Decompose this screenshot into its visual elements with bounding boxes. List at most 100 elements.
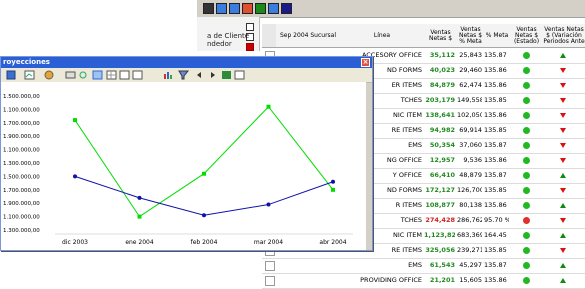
goal-pct-cell: 135.85 % xyxy=(484,246,509,254)
meta-cell: 683,369 xyxy=(457,231,482,239)
goal-pct-cell: 135.86 % xyxy=(484,111,509,119)
meta-cell: 80,138 xyxy=(459,201,482,209)
chart-toolbar xyxy=(1,68,372,83)
y-tick-label: 1.100.000,00 xyxy=(3,215,40,221)
meta-cell: 48,879 xyxy=(459,171,482,179)
goal-pct-cell: 135.86 % xyxy=(484,201,509,209)
status-indicator-icon xyxy=(523,112,530,119)
filter-icon[interactable] xyxy=(216,3,227,14)
select-all-header[interactable] xyxy=(262,24,277,48)
goal-pct-cell: 135.85 % xyxy=(484,96,509,104)
goal-pct-cell: 135.86 % xyxy=(484,66,509,74)
variation-header[interactable]: Ventas Netas $ (Variación Periodos Ante xyxy=(543,24,585,48)
y-tick-label: 1.900.000,00 xyxy=(3,201,40,207)
period-header[interactable]: Sep 2004 Sucursal xyxy=(276,24,341,48)
goal-pct-header[interactable]: % Meta xyxy=(484,24,511,48)
x-tick-label: abr 2004 xyxy=(319,239,346,246)
trend-down-icon xyxy=(560,98,566,103)
status-indicator-icon xyxy=(523,82,530,89)
data-point xyxy=(202,171,206,176)
meta-cell: 69,914 xyxy=(459,126,482,134)
status-header[interactable]: Ventas Netas $ (Estado) xyxy=(510,24,544,48)
sort-icon[interactable] xyxy=(242,3,253,14)
goal-pct-cell: 135.85 % xyxy=(484,186,509,194)
line-cell: EMS xyxy=(408,261,422,269)
status-indicator-icon xyxy=(523,172,530,179)
data-point xyxy=(202,213,206,218)
trend-down-icon xyxy=(560,218,566,223)
goal-pct-cell: 164.45 % xyxy=(484,231,509,239)
meta-header[interactable]: Ventas Netas $ % Meta xyxy=(457,24,485,48)
bar-chart-icon xyxy=(164,72,172,79)
goal-pct-cell: 135.86 % xyxy=(484,81,509,89)
y-tick-label: 1.100.000,00 xyxy=(3,148,40,154)
sales-cell: 274,428 xyxy=(425,216,455,224)
sales-cell: 325,056 xyxy=(425,246,455,254)
trend-up-icon xyxy=(560,53,566,58)
table-row[interactable]: EMS 61,543 45,297135.87 % xyxy=(262,258,585,274)
goal-pct-cell: 135.87 % xyxy=(484,51,509,59)
data-point xyxy=(137,195,142,200)
trend-up-icon xyxy=(560,263,566,268)
status-indicator-icon xyxy=(523,277,530,284)
sales-cell: 94,982 xyxy=(429,126,455,134)
trend-down-icon xyxy=(560,188,566,193)
projections-window: royecciones × 1.500.000,00 1.100.000,00 1.… xyxy=(0,56,373,251)
goal-pct-cell: 135.86 % xyxy=(484,156,509,164)
meta-cell: 149,558 xyxy=(457,96,482,104)
y-tick-label: 1.900.000,00 xyxy=(3,134,40,140)
status-indicator-icon xyxy=(523,142,530,149)
row-checkbox[interactable] xyxy=(265,276,275,286)
goal-pct-cell: 135.87 % xyxy=(484,261,509,269)
meta-cell: 9,536 xyxy=(463,156,482,164)
sales-cell: 35,112 xyxy=(429,51,455,59)
pointer-icon[interactable] xyxy=(203,3,214,14)
row-checkbox[interactable] xyxy=(265,261,275,271)
grid-icon[interactable] xyxy=(281,3,292,14)
trend-down-icon xyxy=(560,128,566,133)
meta-cell: 102,050 xyxy=(457,111,482,119)
field-item-client[interactable]: a de Cliente xyxy=(207,33,249,40)
filter-icon xyxy=(178,70,190,80)
chart-area: 1.500.000,00 1.100.000,00 1.700.000,00 1.90… xyxy=(1,82,366,250)
tree-icon[interactable] xyxy=(255,3,266,14)
trend-up-icon xyxy=(560,278,566,283)
table-row[interactable]: PROVIDING OFFICE 21,201 15,605135.86 % xyxy=(262,273,585,289)
goal-pct-cell: 135.85 % xyxy=(484,126,509,134)
funnel-icon[interactable] xyxy=(229,3,240,14)
window-titlebar[interactable]: royecciones × xyxy=(1,57,372,68)
sales-cell: 1,123,821 xyxy=(424,231,455,239)
data-point xyxy=(266,202,271,207)
sales-cell: 203,179 xyxy=(425,96,455,104)
window-title: royecciones xyxy=(3,58,50,66)
trend-up-icon xyxy=(560,203,566,208)
pane-icon-1[interactable] xyxy=(246,23,254,31)
close-pane-icon[interactable] xyxy=(246,43,254,51)
sales-cell: 12,957 xyxy=(429,156,455,164)
status-indicator-icon xyxy=(523,52,530,59)
field-item-seller[interactable]: ndedor xyxy=(207,41,232,48)
sales-cell: 172,127 xyxy=(425,186,455,194)
status-indicator-icon xyxy=(523,247,530,254)
line-cell: PROVIDING OFFICE xyxy=(360,276,422,284)
status-indicator-icon xyxy=(523,232,530,239)
status-indicator-icon xyxy=(523,262,530,269)
goal-pct-cell: 135.86 % xyxy=(484,276,509,284)
meta-cell: 62,474 xyxy=(459,81,482,89)
x-tick-label: feb 2004 xyxy=(191,239,218,246)
sales-cell: 61,543 xyxy=(429,261,455,269)
y-tick-label: 1.700.000,00 xyxy=(3,188,40,194)
trend-up-icon xyxy=(560,173,566,178)
y-tick-label: 1.100.000,00 xyxy=(3,107,40,113)
settings-icon xyxy=(234,70,245,80)
pivot-icon[interactable] xyxy=(268,3,279,14)
sales-cell: 108,877 xyxy=(425,201,455,209)
sales-header[interactable]: Ventas Netas $ xyxy=(424,24,458,48)
chart-toolbar-icons xyxy=(6,70,245,80)
meta-cell: 45,297 xyxy=(459,261,482,269)
trend-up-icon xyxy=(560,233,566,238)
data-point xyxy=(73,118,77,123)
close-button[interactable]: × xyxy=(361,58,370,67)
meta-cell: 126,700 xyxy=(457,186,482,194)
line-header[interactable]: Línea xyxy=(340,24,425,48)
